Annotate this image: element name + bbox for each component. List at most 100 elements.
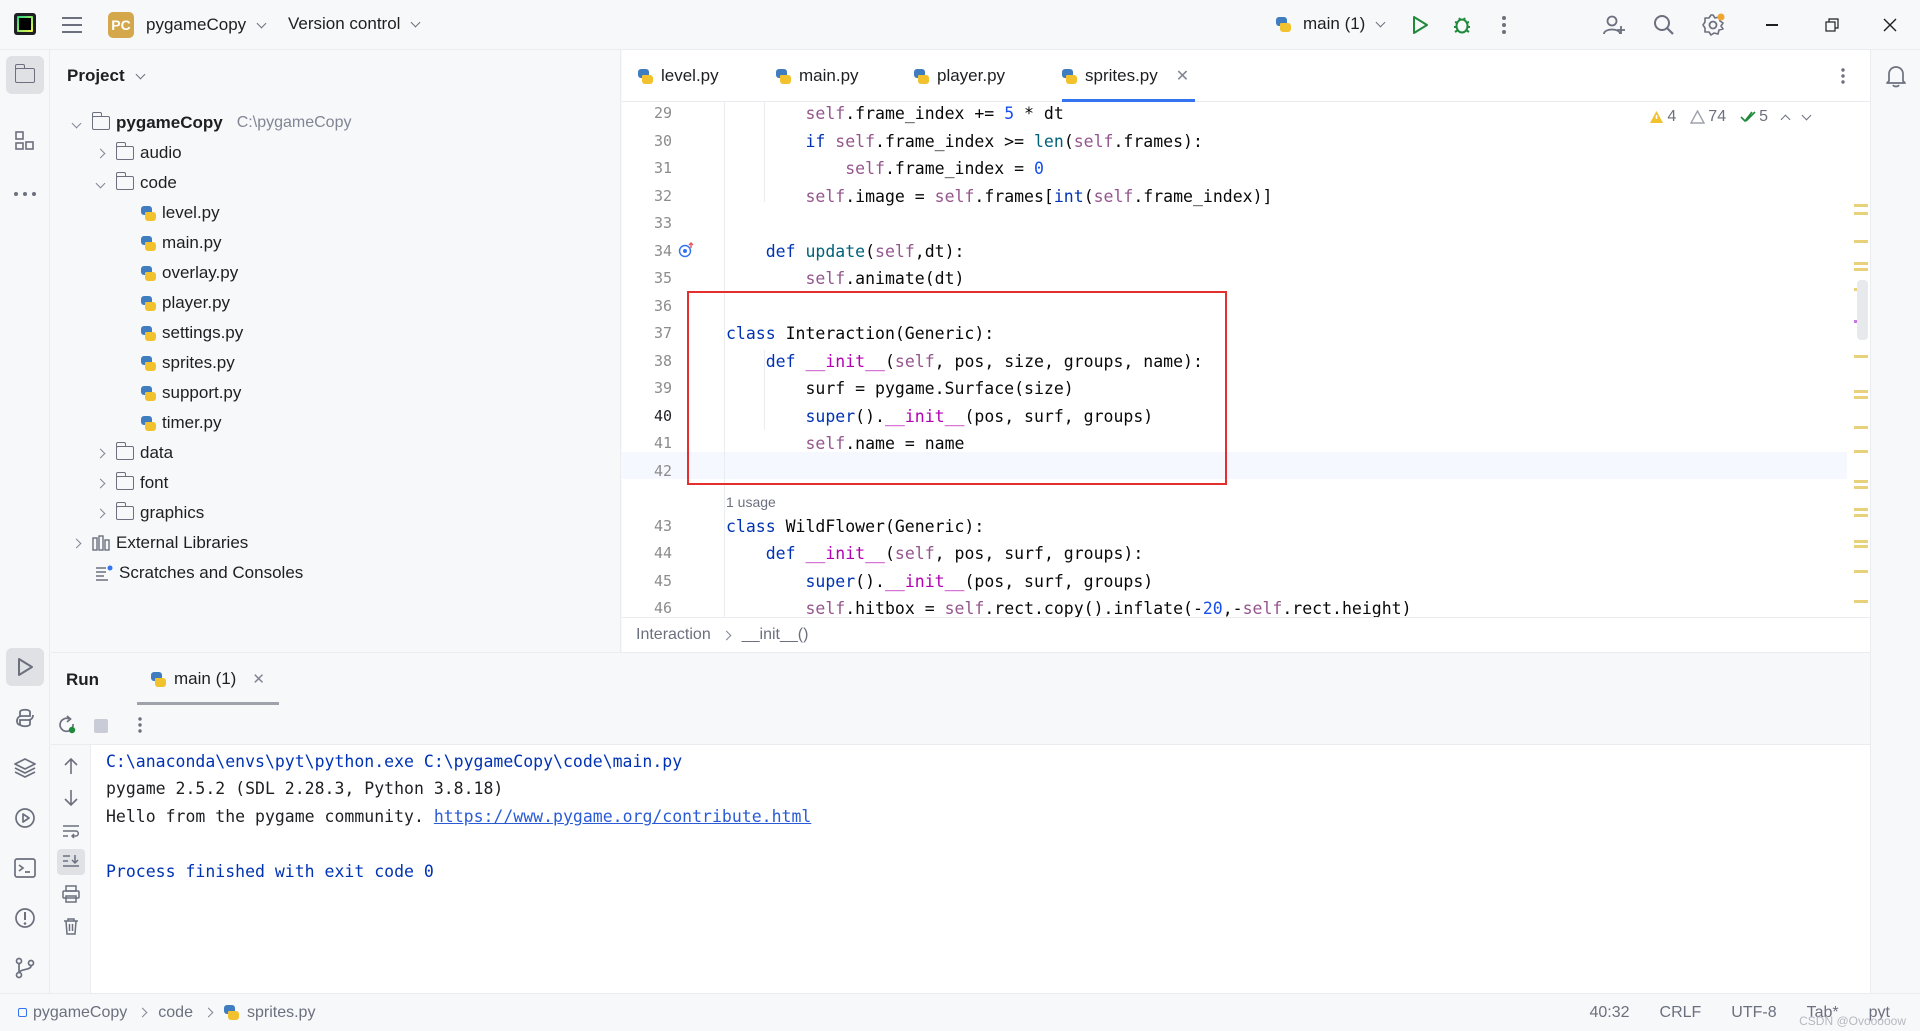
line-number: 36: [653, 297, 672, 315]
services-icon[interactable]: [13, 806, 37, 835]
weak-warning-count: 74: [1690, 108, 1726, 126]
tab-sprites-py[interactable]: sprites.py ✕: [1062, 50, 1196, 102]
minimize-window-icon[interactable]: [1754, 7, 1790, 43]
python-console-icon[interactable]: [13, 706, 37, 735]
structure-tool-icon[interactable]: [14, 130, 36, 157]
code-line-44: def __init__(self, pos, surf, groups):: [765, 544, 1144, 563]
scroll-down-icon[interactable]: [63, 789, 79, 812]
inspections-widget[interactable]: 4 74 5: [1649, 108, 1812, 126]
search-icon[interactable]: [1646, 7, 1682, 43]
project-switcher[interactable]: PC pygameCopy: [108, 12, 269, 38]
tree-item-font[interactable]: font: [95, 468, 168, 498]
line-separator[interactable]: CRLF: [1660, 1004, 1702, 1022]
error-stripe[interactable]: [1854, 150, 1868, 650]
breadcrumb-method[interactable]: __init__(): [742, 626, 809, 644]
previous-highlight-icon[interactable]: [1780, 114, 1791, 124]
settings-gear-icon[interactable]: [1695, 7, 1731, 43]
tree-item-external-libraries[interactable]: External Libraries: [71, 528, 248, 558]
scroll-up-icon[interactable]: [63, 757, 79, 780]
tree-item-label: support.py: [162, 383, 242, 402]
pycharm-logo-icon[interactable]: [14, 13, 36, 35]
ok-count: 5: [1740, 108, 1768, 126]
tree-item-code[interactable]: code: [95, 168, 177, 198]
restore-window-icon[interactable]: [1814, 7, 1850, 43]
double-check-icon: [1740, 111, 1756, 123]
tree-item-overlay-py[interactable]: overlay.py: [141, 258, 238, 288]
clear-trash-icon[interactable]: [63, 917, 79, 940]
python-file-icon: [141, 385, 156, 401]
tab-level-py[interactable]: level.py: [638, 50, 719, 102]
tree-item-support-py[interactable]: support.py: [141, 378, 241, 408]
next-highlight-icon[interactable]: [1801, 110, 1812, 120]
override-gutter-icon[interactable]: [678, 242, 694, 263]
file-encoding[interactable]: UTF-8: [1731, 1004, 1776, 1022]
chevron-right-icon: [203, 1007, 214, 1018]
line-number: 45: [653, 572, 672, 590]
run-more-icon[interactable]: [137, 717, 143, 738]
more-tools-icon[interactable]: [13, 184, 37, 202]
breadcrumb-class[interactable]: Interaction: [636, 626, 711, 644]
tree-item-scratches[interactable]: Scratches and Consoles: [95, 558, 303, 588]
project-panel-title[interactable]: Project: [67, 66, 148, 86]
version-control-menu[interactable]: Version control: [288, 14, 423, 34]
main-menu-icon[interactable]: [62, 15, 82, 33]
module-square-icon: [18, 1008, 27, 1017]
tab-main-py[interactable]: main.py: [776, 50, 859, 102]
terminal-icon[interactable]: [13, 856, 37, 885]
problems-icon[interactable]: [13, 906, 37, 935]
run-panel: Run main (1) ✕ C:\anaconda\envs\pyt\pyth…: [51, 652, 1870, 994]
status-crumb-folder[interactable]: code: [158, 1004, 193, 1022]
tree-item-graphics[interactable]: graphics: [95, 498, 204, 528]
soft-wrap-icon[interactable]: [62, 823, 80, 844]
tree-item-level-py[interactable]: level.py: [141, 198, 220, 228]
close-tab-icon[interactable]: ✕: [252, 670, 265, 688]
stop-icon[interactable]: [94, 719, 108, 733]
title-bar: PC pygameCopy Version control main (1): [0, 0, 1920, 50]
tree-item-audio[interactable]: audio: [95, 138, 182, 168]
python-file-icon: [1062, 68, 1077, 84]
run-tab-main[interactable]: main (1) ✕: [137, 653, 279, 705]
rerun-icon[interactable]: [57, 715, 77, 740]
more-actions-icon[interactable]: [1486, 7, 1522, 43]
code-line-30: if self.frame_index >= len(self.frames):: [805, 132, 1203, 151]
git-icon[interactable]: [13, 956, 37, 985]
status-crumb-project[interactable]: pygameCopy: [33, 1004, 127, 1022]
run-config-selector[interactable]: main (1): [1276, 14, 1388, 34]
tree-item-main-py[interactable]: main.py: [141, 228, 222, 258]
editor-tabs: level.py main.py player.py sprites.py ✕: [622, 50, 1870, 102]
tree-item-timer-py[interactable]: timer.py: [141, 408, 222, 438]
tree-item-sprites-py[interactable]: sprites.py: [141, 348, 235, 378]
library-icon: [92, 535, 110, 551]
run-tool-button[interactable]: [6, 648, 44, 686]
debug-button[interactable]: [1444, 7, 1480, 43]
line-number: 44: [653, 544, 672, 562]
code-line-32: self.image = self.frames[int(self.frame_…: [805, 187, 1273, 206]
line-number: 38: [653, 352, 672, 370]
weak-warning-icon: [1690, 110, 1706, 124]
scroll-to-end-icon[interactable]: [57, 849, 85, 875]
tree-item-player-py[interactable]: player.py: [141, 288, 230, 318]
tree-item-settings-py[interactable]: settings.py: [141, 318, 243, 348]
console-link[interactable]: https://www.pygame.org/contribute.html: [434, 807, 812, 826]
run-tab-label: main (1): [174, 669, 237, 688]
folder-icon: [115, 172, 134, 190]
tab-player-py[interactable]: player.py: [914, 50, 1005, 102]
close-window-icon[interactable]: [1872, 7, 1908, 43]
tree-item-data[interactable]: data: [95, 438, 173, 468]
caret-position[interactable]: 40:32: [1589, 1004, 1629, 1022]
python-file-icon: [151, 671, 166, 687]
print-icon[interactable]: [62, 885, 80, 908]
tab-options-icon[interactable]: [1840, 68, 1846, 89]
python-file-icon: [141, 265, 156, 281]
python-packages-icon[interactable]: [13, 756, 37, 785]
code-line-29: self.frame_index += 5 * dt: [805, 104, 1064, 123]
line-number: 42: [653, 462, 672, 480]
run-button[interactable]: [1402, 7, 1438, 43]
status-crumb-file[interactable]: sprites.py: [247, 1004, 315, 1022]
close-tab-icon[interactable]: ✕: [1176, 66, 1189, 86]
tree-root[interactable]: pygameCopy C:\pygameCopy: [71, 108, 351, 138]
usage-hint[interactable]: 1 usage: [726, 494, 776, 510]
add-user-icon[interactable]: [1596, 7, 1632, 43]
notifications-bell-icon[interactable]: [1885, 64, 1907, 93]
project-tool-button[interactable]: [6, 56, 44, 94]
